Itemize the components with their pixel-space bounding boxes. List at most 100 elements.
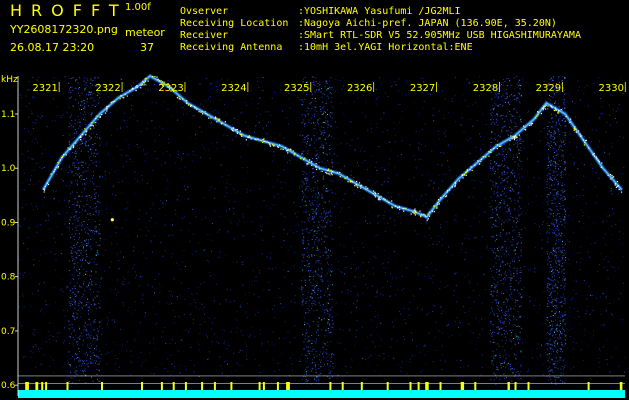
noise-band-speck bbox=[73, 316, 75, 318]
noise-band-speck bbox=[550, 222, 552, 224]
noise-speck bbox=[524, 99, 526, 101]
noise-speck bbox=[563, 140, 564, 142]
noise-speck bbox=[19, 94, 21, 96]
noise-speck bbox=[505, 219, 507, 221]
noise-speck bbox=[547, 281, 549, 283]
noise-speck bbox=[295, 119, 297, 121]
noise-speck bbox=[435, 321, 437, 323]
noise-speck bbox=[244, 341, 246, 343]
noise-band-speck bbox=[317, 120, 319, 122]
noise-band-speck bbox=[307, 190, 309, 192]
noise-band-speck bbox=[516, 243, 518, 245]
noise-speck bbox=[104, 270, 106, 272]
noise-speck bbox=[290, 229, 292, 231]
noise-band-speck bbox=[315, 239, 317, 241]
noise-speck bbox=[256, 280, 258, 282]
noise-band-speck bbox=[327, 123, 329, 125]
noise-band-speck bbox=[491, 360, 493, 362]
noise-speck bbox=[32, 158, 34, 160]
noise-speck bbox=[416, 345, 418, 347]
noise-speck bbox=[301, 354, 303, 356]
noise-speck bbox=[116, 219, 118, 221]
noise-band-speck bbox=[501, 223, 503, 225]
noise-speck bbox=[443, 152, 445, 154]
noise-speck bbox=[424, 345, 426, 347]
noise-band-speck bbox=[324, 132, 326, 134]
noise-band-speck bbox=[90, 363, 92, 364]
noise-speck bbox=[562, 277, 564, 279]
noise-speck bbox=[389, 158, 391, 160]
noise-band-speck bbox=[99, 137, 101, 139]
noise-speck bbox=[193, 364, 195, 366]
noise-band-speck bbox=[78, 108, 80, 110]
noise-speck bbox=[35, 231, 37, 233]
noise-speck bbox=[572, 297, 574, 299]
noise-speck bbox=[73, 345, 75, 347]
noise-speck bbox=[153, 373, 155, 375]
noise-speck bbox=[245, 132, 247, 134]
noise-speck bbox=[155, 88, 157, 90]
noise-speck bbox=[478, 294, 480, 296]
noise-band-speck bbox=[314, 300, 315, 302]
noise-band-speck bbox=[323, 106, 325, 108]
noise-band-speck bbox=[96, 252, 98, 254]
noise-speck bbox=[43, 197, 45, 198]
noise-speck bbox=[429, 179, 431, 181]
noise-speck bbox=[210, 328, 212, 330]
noise-band-speck bbox=[311, 297, 313, 299]
noise-speck bbox=[122, 118, 124, 120]
noise-speck bbox=[296, 144, 298, 146]
noise-speck bbox=[433, 120, 435, 122]
noise-band-speck bbox=[307, 178, 309, 180]
noise-band-speck bbox=[512, 239, 514, 240]
noise-speck bbox=[325, 153, 327, 155]
noise-speck bbox=[517, 210, 519, 212]
noise-speck bbox=[34, 331, 36, 333]
noise-band-speck bbox=[501, 327, 503, 329]
noise-speck bbox=[544, 210, 546, 212]
noise-band-speck bbox=[516, 267, 518, 269]
noise-speck bbox=[405, 322, 407, 324]
noise-speck bbox=[362, 79, 364, 81]
noise-speck bbox=[238, 364, 240, 366]
noise-speck bbox=[132, 267, 133, 269]
noise-speck bbox=[515, 109, 517, 111]
noise-band-speck bbox=[495, 374, 497, 376]
noise-band-speck bbox=[303, 138, 305, 140]
noise-band-speck bbox=[329, 152, 331, 154]
noise-band-speck bbox=[308, 119, 310, 121]
noise-speck bbox=[419, 263, 421, 265]
noise-speck bbox=[66, 212, 68, 214]
noise-speck bbox=[384, 211, 386, 213]
noise-speck bbox=[598, 177, 600, 179]
noise-speck bbox=[122, 276, 124, 278]
noise-speck bbox=[147, 284, 149, 286]
noise-speck bbox=[432, 115, 434, 116]
noise-band-speck bbox=[97, 77, 99, 79]
noise-band-speck bbox=[311, 208, 313, 210]
noise-speck bbox=[599, 140, 601, 142]
noise-speck bbox=[425, 222, 427, 224]
noise-speck bbox=[383, 217, 385, 219]
noise-speck bbox=[284, 216, 286, 218]
noise-speck bbox=[178, 316, 180, 318]
noise-speck bbox=[568, 174, 570, 176]
noise-speck bbox=[105, 143, 107, 145]
noise-speck bbox=[237, 127, 239, 129]
noise-speck bbox=[288, 271, 290, 273]
noise-speck bbox=[181, 177, 183, 179]
noise-band-speck bbox=[503, 330, 505, 331]
noise-band-speck bbox=[494, 225, 496, 227]
noise-speck bbox=[208, 98, 210, 100]
noise-band-speck bbox=[517, 156, 518, 158]
noise-band-speck bbox=[98, 102, 99, 104]
noise-speck bbox=[232, 99, 234, 101]
noise-speck bbox=[540, 233, 542, 235]
noise-band-speck bbox=[79, 360, 81, 362]
noise-speck bbox=[226, 192, 228, 194]
noise-band-speck bbox=[315, 196, 317, 198]
noise-speck bbox=[361, 326, 363, 328]
noise-speck bbox=[199, 333, 201, 335]
noise-band-speck bbox=[514, 126, 516, 128]
noise-speck bbox=[340, 103, 342, 105]
